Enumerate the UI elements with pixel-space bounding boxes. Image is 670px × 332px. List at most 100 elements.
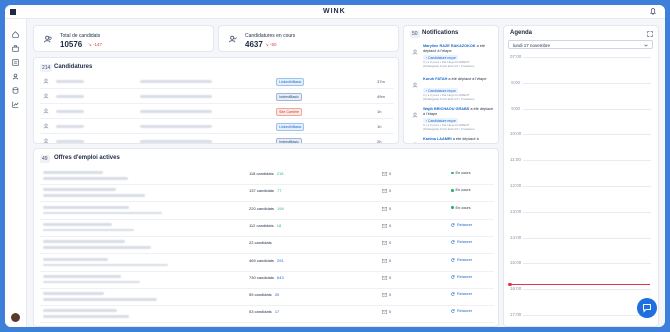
user-icon — [43, 93, 49, 99]
offre-row[interactable]: 112 candidats 18 0 Relancer — [34, 220, 498, 237]
offre-status[interactable]: Relancer — [451, 240, 472, 244]
row-divider — [40, 88, 394, 89]
user-icon — [412, 82, 418, 88]
bell-icon[interactable] — [650, 8, 656, 15]
row-divider — [40, 322, 494, 323]
offre-details-redacted — [43, 263, 168, 266]
list-icon[interactable] — [12, 59, 19, 66]
source-tag: LinkedInBasic — [276, 123, 305, 131]
source-tag: IndeedBasic — [276, 93, 302, 101]
candidature-time: 1h — [377, 124, 382, 129]
current-time-line — [510, 284, 650, 285]
agenda-card: Agenda — [503, 25, 659, 327]
candidature-row[interactable]: IndeedBasic 49m — [34, 90, 398, 104]
agenda-hour-line — [523, 186, 651, 187]
candidature-row[interactable]: LinkedInBasic 37m — [34, 75, 398, 89]
messages-count: 0 — [389, 274, 392, 280]
notification-item[interactable]: Wajih BRICHAOU GRABS a été déplacé à l'é… — [404, 107, 498, 137]
apps-grid-icon[interactable] — [10, 9, 16, 15]
chat-button[interactable] — [637, 298, 657, 318]
database-icon[interactable] — [12, 87, 19, 94]
candidature-time: 49m — [377, 94, 385, 99]
stat-label: Total de candidats — [60, 33, 101, 39]
candidatures-count: 214 — [40, 64, 53, 72]
notification-meta: Il y a 2 jours • Par Hugo FLORENT (Straté… — [423, 93, 475, 101]
user-icon — [412, 49, 418, 55]
offre-row[interactable]: 118 candidats 215 0 En cours — [34, 168, 498, 185]
notification-meta: Il y a 2 jours • Par Hugo FLORENT (Straté… — [423, 123, 475, 131]
candidats-delta: 20 — [274, 292, 280, 298]
agenda-title: Agenda — [510, 30, 533, 36]
candidats-count: 22 candidats — [249, 240, 272, 246]
user-icon — [43, 138, 49, 143]
offre-details-redacted — [43, 298, 157, 301]
offre-details-redacted — [43, 315, 129, 318]
notifications-count: 50 — [410, 30, 420, 38]
message-icon — [382, 223, 387, 228]
messages-count: 0 — [389, 257, 392, 263]
offres-card: 49 Offres d'emploi actives 118 candidats… — [33, 148, 499, 327]
home-icon[interactable] — [12, 31, 19, 38]
top-bar: WINK — [5, 5, 665, 19]
job-title-redacted — [140, 110, 212, 113]
candidats-count: 118 candidats 215 — [249, 171, 284, 176]
users-icon — [44, 35, 52, 43]
candidature-row[interactable]: LinkedInBasic 1h — [34, 120, 398, 134]
agenda-date-select[interactable]: lundi 17 novembre — [508, 40, 653, 49]
offre-title-redacted — [43, 240, 125, 244]
user-icon — [43, 123, 49, 129]
users-icon[interactable] — [12, 73, 19, 80]
briefcase-icon[interactable] — [12, 45, 19, 52]
offre-title-redacted — [43, 205, 129, 209]
offre-status[interactable]: Relancer — [451, 223, 472, 227]
candidature-row[interactable]: Site Carrière 1h — [34, 105, 398, 119]
notification-item[interactable]: Karima LAAMRI a été déplacé à — [404, 137, 498, 143]
chevron-down-icon — [644, 44, 648, 47]
offre-status[interactable]: Relancer — [451, 258, 472, 262]
message-icon — [382, 206, 387, 211]
candidatures-title: Candidatures — [54, 64, 93, 70]
source-tag: IndeedBasic — [276, 138, 302, 143]
agenda-hour-label: 17:00 — [510, 312, 522, 317]
user-icon — [413, 142, 417, 143]
offres-count: 49 — [40, 155, 50, 163]
offre-row[interactable]: 469 candidats 291 0 Relancer — [34, 255, 498, 272]
agenda-hour-label: 10:00 — [510, 131, 522, 137]
offre-row[interactable]: 220 candidats 194 0 En cours — [34, 203, 498, 220]
notification-item[interactable]: Maryline RAZE RAKAZOKOK a été déplacé à … — [404, 44, 498, 74]
row-divider — [40, 103, 394, 104]
offre-title-redacted — [43, 292, 104, 296]
job-title-redacted — [140, 125, 212, 128]
messages-count: 0 — [389, 222, 392, 228]
brand-logo[interactable]: WINK — [323, 8, 346, 15]
candidature-time: 1h — [377, 109, 382, 114]
agenda-hour-line — [523, 108, 651, 110]
offre-row[interactable]: 59 candidats 20 0 Relancer — [34, 289, 498, 306]
offre-row[interactable]: 730 candidats 643 0 Relancer — [34, 272, 498, 289]
candidats-delta: 643 — [277, 274, 284, 280]
offre-row[interactable]: 137 candidats 77 0 En cours — [34, 185, 498, 202]
candidature-row[interactable]: IndeedBasic 2h — [34, 135, 398, 144]
expand-icon[interactable] — [647, 31, 653, 37]
refresh-icon — [451, 292, 455, 296]
notification-item[interactable]: Kuruh FATAH a été déplacé à l'étape ◔ Can… — [404, 77, 498, 107]
analytics-icon[interactable] — [12, 101, 19, 108]
job-title-redacted — [140, 80, 212, 83]
offre-status[interactable]: Relancer — [451, 275, 472, 279]
agenda-hour-line — [523, 211, 651, 213]
offre-status[interactable]: Relancer — [451, 292, 472, 296]
agenda-hour-label: 07:00 — [510, 54, 522, 59]
offre-title-redacted — [43, 309, 117, 313]
offre-row[interactable]: 22 candidats 0 Relancer — [34, 237, 498, 254]
candidate-name-redacted — [56, 110, 84, 113]
user-avatar[interactable] — [11, 313, 20, 322]
candidature-time: 2h — [377, 139, 382, 144]
offre-row[interactable]: 53 candidats 17 0 Relancer — [34, 306, 498, 323]
offre-status[interactable]: Relancer — [451, 309, 472, 313]
agenda-hour-line — [523, 160, 651, 161]
refresh-icon — [451, 257, 455, 262]
candidate-name-redacted — [56, 95, 84, 98]
refresh-icon — [451, 275, 455, 279]
message-icon — [382, 189, 387, 194]
refresh-icon — [451, 223, 455, 227]
